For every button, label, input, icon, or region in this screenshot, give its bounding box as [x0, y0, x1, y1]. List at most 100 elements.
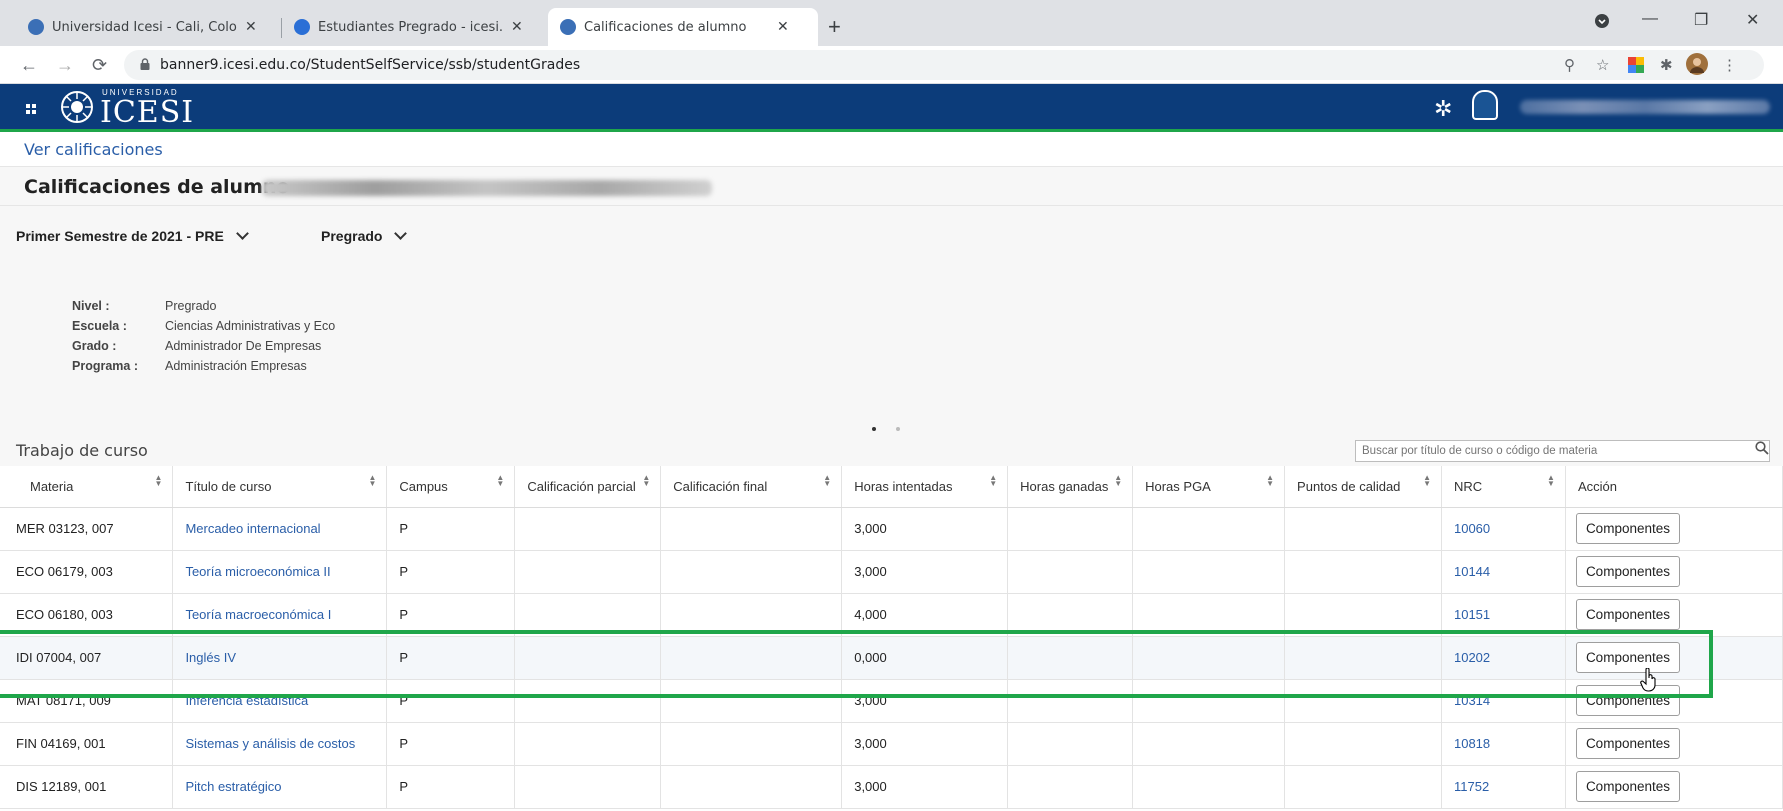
- zoom-icon[interactable]: ⚲: [1564, 56, 1575, 74]
- cell-calificacion-final: [660, 593, 843, 637]
- info-value: Administración Empresas: [165, 359, 307, 373]
- componentes-button[interactable]: Componentes: [1575, 599, 1680, 630]
- window-close-icon[interactable]: ✕: [1746, 10, 1759, 30]
- sort-icon: ▲ ▼: [1423, 473, 1431, 488]
- cell-accion: Componentes: [1565, 679, 1783, 723]
- componentes-button[interactable]: Componentes: [1575, 771, 1680, 802]
- column-header-titulo[interactable]: Título de curso ▲ ▼: [172, 466, 388, 508]
- column-header-horas-intentadas[interactable]: Horas intentadas ▲ ▼: [841, 466, 1009, 508]
- course-search-input[interactable]: [1355, 440, 1770, 462]
- cell-calificacion-parcial: [514, 722, 662, 766]
- browser-tab-calificaciones[interactable]: Calificaciones de alumno ✕: [548, 8, 818, 46]
- cell-calificacion-final: [660, 550, 843, 594]
- course-title-link[interactable]: Mercadeo internacional: [185, 521, 320, 536]
- column-header-nrc[interactable]: NRC ▲ ▼: [1441, 466, 1566, 508]
- nrc-link[interactable]: 11752: [1454, 779, 1489, 794]
- restore-icon[interactable]: ❐: [1694, 10, 1708, 30]
- course-title-link[interactable]: Inglés IV: [185, 650, 236, 665]
- search-icon[interactable]: [1755, 441, 1769, 455]
- column-header-label: Horas intentadas: [854, 478, 953, 494]
- column-header-horas-pga[interactable]: Horas PGA ▲ ▼: [1132, 466, 1286, 508]
- term-dropdown[interactable]: Primer Semestre de 2021 - PRE: [16, 226, 249, 244]
- apps-grid-icon[interactable]: [26, 104, 36, 114]
- column-header-horas-ganadas[interactable]: Horas ganadas ▲ ▼: [1007, 466, 1134, 508]
- browser-tab-bar: Universidad Icesi - Cali, Colombia ✕ Est…: [0, 0, 1783, 46]
- cell-materia: MER 03123, 007: [0, 507, 174, 551]
- forward-arrow-icon[interactable]: →: [56, 55, 74, 76]
- level-dropdown[interactable]: Pregrado: [321, 226, 408, 244]
- nrc-link[interactable]: 10818: [1454, 736, 1490, 751]
- cell-accion: Componentes: [1565, 550, 1783, 594]
- profile-avatar-icon[interactable]: [1686, 53, 1708, 79]
- gear-icon[interactable]: ✲: [1434, 96, 1452, 122]
- more-menu-icon[interactable]: ⋮: [1722, 56, 1737, 74]
- cell-horas-ganadas: [1007, 722, 1134, 766]
- profile-menu-icon[interactable]: [1594, 13, 1610, 34]
- cell-horas-intentadas: 0,000: [841, 636, 1009, 680]
- cell-calificacion-final: [660, 679, 843, 723]
- student-name-redacted: [262, 180, 712, 196]
- componentes-button[interactable]: Componentes: [1575, 556, 1680, 587]
- componentes-button[interactable]: Componentes: [1575, 685, 1680, 716]
- column-header-calificacion-final[interactable]: Calificación final ▲ ▼: [660, 466, 843, 508]
- cell-titulo: Teoría macroeconómica I: [172, 593, 388, 637]
- column-header-label: Calificación parcial: [527, 478, 636, 494]
- browser-tab-icesi[interactable]: Universidad Icesi - Cali, Colombia ✕: [16, 8, 281, 46]
- reload-icon[interactable]: ⟳: [92, 55, 107, 76]
- omnibox[interactable]: banner9.icesi.edu.co/StudentSelfService/…: [124, 50, 1764, 80]
- cell-calificacion-parcial: [514, 550, 662, 594]
- info-label: Escuela :: [72, 319, 127, 333]
- column-header-calificacion-parcial[interactable]: Calificación parcial ▲ ▼: [514, 466, 662, 508]
- cell-campus: P: [386, 507, 516, 551]
- bookmark-star-icon[interactable]: ☆: [1596, 56, 1609, 74]
- new-tab-button[interactable]: +: [828, 14, 841, 40]
- nrc-link[interactable]: 10060: [1454, 521, 1490, 536]
- icesi-favicon-icon: [28, 19, 44, 35]
- student-info: Nivel : Pregrado Escuela : Ciencias Admini…: [72, 296, 335, 376]
- cell-accion: Componentes: [1565, 765, 1783, 809]
- column-header-label: NRC: [1453, 478, 1483, 494]
- close-icon[interactable]: ✕: [511, 19, 523, 35]
- nrc-link[interactable]: 10314: [1454, 693, 1490, 708]
- column-header-label: Título de curso: [185, 478, 272, 494]
- column-header-materia[interactable]: Materia ▲ ▼: [0, 466, 174, 508]
- componentes-button[interactable]: Componentes: [1575, 513, 1680, 544]
- nrc-link[interactable]: 10144: [1454, 564, 1490, 579]
- table-row: IDI 07004, 007 Inglés IV P 0,000 10202 C…: [0, 636, 1783, 680]
- extensions-puzzle-icon[interactable]: ✱: [1660, 56, 1673, 74]
- column-header-puntos-calidad[interactable]: Puntos de calidad ▲ ▼: [1284, 466, 1442, 508]
- user-avatar[interactable]: [1472, 90, 1498, 120]
- chevron-down-icon: [394, 226, 408, 240]
- cell-accion: Componentes: [1565, 507, 1783, 551]
- nrc-link[interactable]: 10151: [1454, 607, 1490, 622]
- cell-campus: P: [386, 722, 516, 766]
- course-title-link[interactable]: Pitch estratégico: [185, 779, 281, 794]
- carousel-dot[interactable]: [896, 427, 900, 431]
- cell-accion: Componentes: [1565, 636, 1783, 680]
- sort-icon: ▲ ▼: [154, 473, 163, 488]
- extension-color-icon[interactable]: [1628, 57, 1644, 77]
- cell-nrc: 10151: [1441, 593, 1566, 637]
- site-header: UNIVERSIDAD ICESI ✲: [0, 84, 1783, 132]
- componentes-button[interactable]: Componentes: [1575, 728, 1680, 759]
- breadcrumb[interactable]: Ver calificaciones: [24, 140, 163, 159]
- cell-horas-intentadas: 3,000: [841, 722, 1009, 766]
- close-icon[interactable]: ✕: [777, 19, 789, 35]
- course-title-link[interactable]: Inferencia estadística: [185, 693, 308, 708]
- table-row: ECO 06179, 003 Teoría microeconómica II …: [0, 550, 1783, 594]
- nrc-link[interactable]: 10202: [1454, 650, 1490, 665]
- browser-tab-estudiantes[interactable]: Estudiantes Pregrado - icesi.edu.co ✕: [282, 8, 547, 46]
- course-title-link[interactable]: Teoría microeconómica II: [185, 564, 330, 579]
- course-title-link[interactable]: Sistemas y análisis de costos: [185, 736, 355, 751]
- course-title-link[interactable]: Teoría macroeconómica I: [185, 607, 331, 622]
- column-header-campus[interactable]: Campus ▲ ▼: [386, 466, 516, 508]
- carousel-dot-active[interactable]: [872, 427, 876, 431]
- user-name-redacted[interactable]: [1520, 100, 1770, 114]
- cell-horas-intentadas: 3,000: [841, 765, 1009, 809]
- minimize-icon[interactable]: —: [1642, 10, 1658, 28]
- componentes-button[interactable]: Componentes: [1575, 642, 1680, 673]
- back-arrow-icon[interactable]: ←: [20, 55, 38, 76]
- sort-icon: ▲ ▼: [989, 473, 998, 488]
- close-icon[interactable]: ✕: [245, 19, 257, 35]
- column-header-label: Puntos de calidad: [1297, 478, 1401, 494]
